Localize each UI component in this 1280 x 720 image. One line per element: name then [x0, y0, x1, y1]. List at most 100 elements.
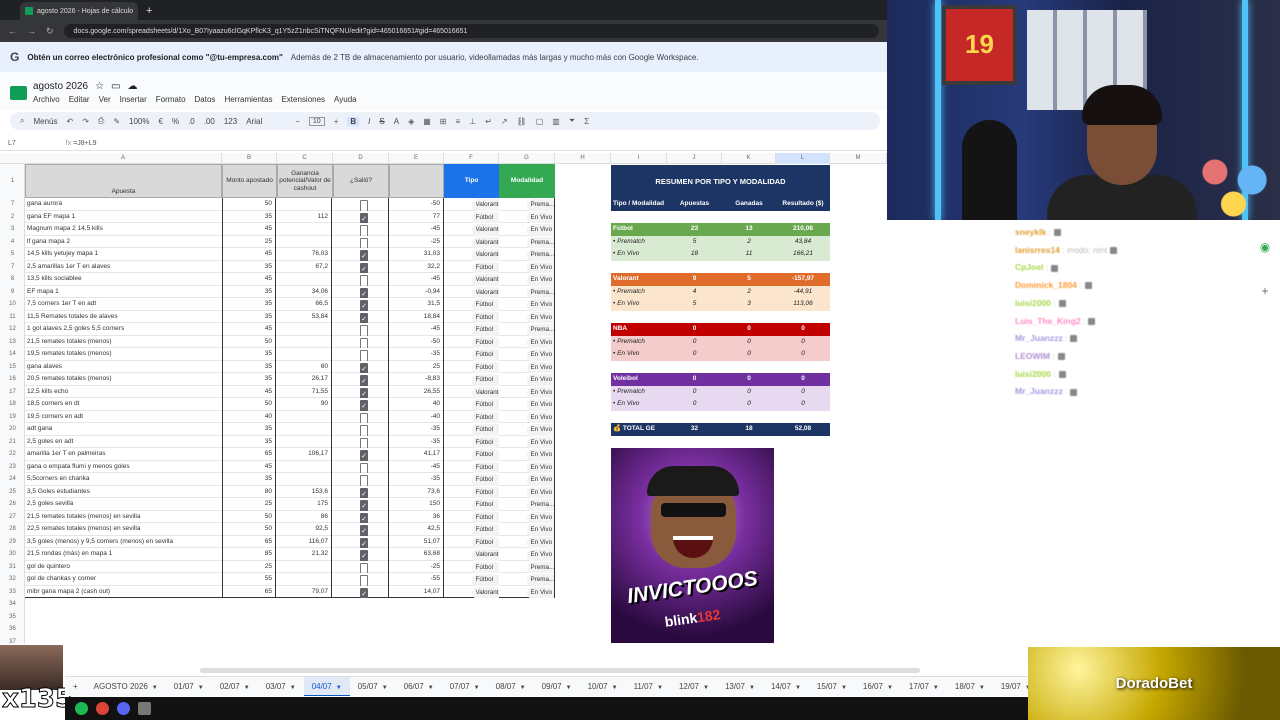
- sheet-tab[interactable]: 01/07 ▼: [166, 677, 212, 696]
- cell-b[interactable]: 25: [222, 498, 276, 511]
- cell-modalidad[interactable]: Prema...▼: [499, 560, 555, 573]
- cell-a[interactable]: gol de chankas y corner: [27, 573, 222, 586]
- cell-e[interactable]: 41,17: [388, 448, 444, 461]
- row-header[interactable]: 4: [0, 236, 25, 249]
- checkbox[interactable]: [360, 412, 368, 423]
- cell-salio[interactable]: ✓: [332, 286, 388, 298]
- checkbox[interactable]: ✓: [360, 512, 368, 523]
- row-header[interactable]: 36: [0, 623, 25, 636]
- row-header[interactable]: 9: [0, 286, 25, 299]
- row-header[interactable]: 35: [0, 611, 25, 624]
- cell-a[interactable]: 11,5 Remates totales de alaves: [27, 311, 222, 324]
- checkbox[interactable]: ✓: [360, 525, 368, 536]
- menu-insertar[interactable]: Insertar: [120, 95, 147, 104]
- column-header[interactable]: L: [776, 153, 830, 164]
- cell-b[interactable]: 35: [222, 210, 276, 223]
- cell-a[interactable]: 2,5 amarillas 1er T en alaves: [27, 261, 222, 274]
- cell-tipo[interactable]: Valorant▼: [444, 223, 499, 236]
- cell-b[interactable]: 35: [222, 285, 276, 298]
- cell-modalidad[interactable]: En Vivo▼: [499, 423, 555, 436]
- cell-e[interactable]: 36: [388, 510, 444, 523]
- cell-a[interactable]: 12,5 kills echo: [27, 386, 222, 399]
- cell-tipo[interactable]: Fútbol▼: [444, 323, 499, 336]
- checkbox[interactable]: [360, 350, 368, 361]
- cell-tipo[interactable]: Valorant▼: [444, 586, 499, 598]
- sheet-tab[interactable]: AGOSTO 2026 ▼: [86, 677, 166, 696]
- cell-tipo[interactable]: Fútbol▼: [444, 461, 499, 473]
- row-header[interactable]: 2: [0, 211, 25, 224]
- cell-modalidad[interactable]: En Vivo▼: [499, 510, 555, 523]
- cell-salio[interactable]: [332, 348, 388, 361]
- cell-tipo[interactable]: Fútbol▼: [444, 511, 499, 523]
- modalidad-dropdown[interactable]: En Vivo▼: [526, 586, 554, 598]
- tipo-dropdown[interactable]: Fútbol▼: [471, 349, 499, 361]
- rotate-icon[interactable]: ↗: [501, 117, 508, 126]
- cell-tipo[interactable]: Fútbol▼: [444, 298, 499, 311]
- cell-a[interactable]: Magnum mapa 2 14,5 kills: [27, 223, 222, 236]
- row-header[interactable]: 30: [0, 548, 25, 561]
- filter-icon[interactable]: ⏷: [569, 116, 575, 126]
- cell-modalidad[interactable]: Prema...▼: [499, 285, 555, 298]
- checkbox[interactable]: ✓: [360, 362, 368, 373]
- column-header[interactable]: C: [277, 153, 333, 164]
- modalidad-dropdown[interactable]: En Vivo▼: [526, 411, 554, 423]
- chrome-icon[interactable]: [96, 702, 109, 715]
- sheet-tab[interactable]: 11/07 ▼: [626, 677, 671, 696]
- cell-c[interactable]: 67,2: [276, 260, 332, 273]
- checkbox[interactable]: ✓: [360, 387, 368, 398]
- cell-c[interactable]: [276, 223, 332, 236]
- column-header[interactable]: B: [222, 153, 277, 164]
- cell-b[interactable]: 35: [222, 260, 276, 273]
- cell-e[interactable]: -35: [388, 348, 444, 361]
- modalidad-dropdown[interactable]: En Vivo▼: [526, 449, 554, 461]
- fill-color-icon[interactable]: ◈: [408, 117, 414, 126]
- number-format-button[interactable]: 123: [224, 117, 237, 126]
- row-header[interactable]: 16: [0, 373, 25, 386]
- cell-b[interactable]: 50: [222, 198, 276, 211]
- cell-a[interactable]: 19,5 corners en adt: [27, 411, 222, 424]
- cell-tipo[interactable]: Fútbol▼: [444, 523, 499, 536]
- tipo-dropdown[interactable]: Fútbol▼: [471, 511, 499, 523]
- font-size-input[interactable]: 10: [308, 116, 325, 126]
- checkbox[interactable]: [360, 325, 368, 336]
- cell-c[interactable]: [276, 435, 332, 448]
- cell-modalidad[interactable]: En Vivo▼: [499, 523, 555, 536]
- cell-modalidad[interactable]: En Vivo▼: [499, 373, 555, 386]
- column-header[interactable]: F: [444, 153, 499, 164]
- menu-ver[interactable]: Ver: [99, 95, 111, 104]
- row-header[interactable]: 7: [0, 261, 25, 274]
- tipo-dropdown[interactable]: Valorant▼: [471, 386, 499, 398]
- cell-modalidad[interactable]: En Vivo▼: [499, 385, 555, 398]
- close-icon[interactable]: ×: [137, 7, 138, 16]
- cell-b[interactable]: 55: [222, 573, 276, 586]
- cell-salio[interactable]: ✓: [332, 523, 388, 536]
- modalidad-dropdown[interactable]: En Vivo▼: [526, 336, 554, 348]
- name-box[interactable]: L7: [8, 140, 16, 147]
- forward-icon[interactable]: →: [27, 26, 36, 36]
- cell-tipo[interactable]: Fútbol▼: [444, 561, 499, 573]
- tipo-dropdown[interactable]: Fútbol▼: [471, 561, 499, 573]
- cell-a[interactable]: adt gana: [27, 423, 222, 436]
- move-folder-icon[interactable]: ▭: [111, 81, 120, 92]
- cell-salio[interactable]: ✓: [332, 448, 388, 461]
- cell-salio[interactable]: ✓: [332, 261, 388, 273]
- row-header[interactable]: 25: [0, 486, 25, 499]
- zoom-select[interactable]: 100%: [129, 117, 149, 126]
- cell-salio[interactable]: [332, 223, 388, 236]
- cell-salio[interactable]: ✓: [332, 386, 388, 398]
- strikethrough-button[interactable]: S: [379, 117, 384, 126]
- star-icon[interactable]: ☆: [95, 81, 104, 92]
- cell-b[interactable]: 65: [222, 585, 276, 598]
- tipo-dropdown[interactable]: Fútbol▼: [471, 324, 499, 336]
- cell-b[interactable]: 45: [222, 385, 276, 398]
- modalidad-dropdown[interactable]: En Vivo▼: [526, 386, 554, 398]
- menu-herramientas[interactable]: Herramientas: [224, 95, 272, 104]
- cell-salio[interactable]: [332, 561, 388, 573]
- row-header[interactable]: 22: [0, 448, 25, 461]
- modalidad-dropdown[interactable]: En Vivo▼: [526, 361, 554, 373]
- row-header[interactable]: 10: [0, 298, 25, 311]
- modalidad-dropdown[interactable]: En Vivo▼: [526, 424, 554, 436]
- row-header[interactable]: 33: [0, 586, 25, 599]
- checkbox[interactable]: ✓: [360, 550, 368, 561]
- cell-c[interactable]: 34,06: [276, 285, 332, 298]
